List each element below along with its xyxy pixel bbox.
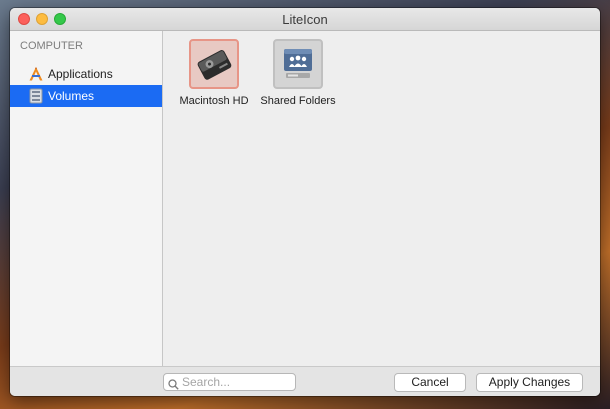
sidebar-item-applications[interactable]: Applications xyxy=(10,63,162,85)
cancel-button[interactable]: Cancel xyxy=(394,373,466,392)
search-field[interactable] xyxy=(163,373,296,391)
volumes-icon xyxy=(28,88,44,104)
sidebar-item-label: Applications xyxy=(48,67,113,81)
volume-label: Shared Folders xyxy=(260,95,336,107)
search-input[interactable] xyxy=(182,375,290,389)
hard-drive-icon xyxy=(189,39,239,89)
applications-icon xyxy=(28,66,44,82)
sidebar-item-volumes[interactable]: Volumes xyxy=(10,85,162,107)
search-icon xyxy=(168,377,179,390)
volumes-panel: Macintosh HD Shared Folders xyxy=(163,31,600,366)
sidebar-section-header: COMPUTER xyxy=(20,40,83,52)
sidebar-item-label: Volumes xyxy=(48,89,95,103)
apply-changes-button[interactable]: Apply Changes xyxy=(476,373,583,392)
bottom-toolbar: Cancel Apply Changes xyxy=(10,366,600,396)
volume-item-shared-folders[interactable]: Shared Folders xyxy=(257,39,347,113)
shared-folders-icon xyxy=(273,39,323,89)
window-title: LiteIcon xyxy=(282,12,328,27)
sidebar: COMPUTER Applications Volumes xyxy=(10,31,163,366)
volume-item-macintosh-hd[interactable]: Macintosh HD xyxy=(173,39,263,113)
title-bar[interactable]: LiteIcon xyxy=(10,8,600,31)
app-window: LiteIcon COMPUTER Applications Volumes M… xyxy=(10,8,600,396)
volume-label: Macintosh HD xyxy=(179,95,249,107)
